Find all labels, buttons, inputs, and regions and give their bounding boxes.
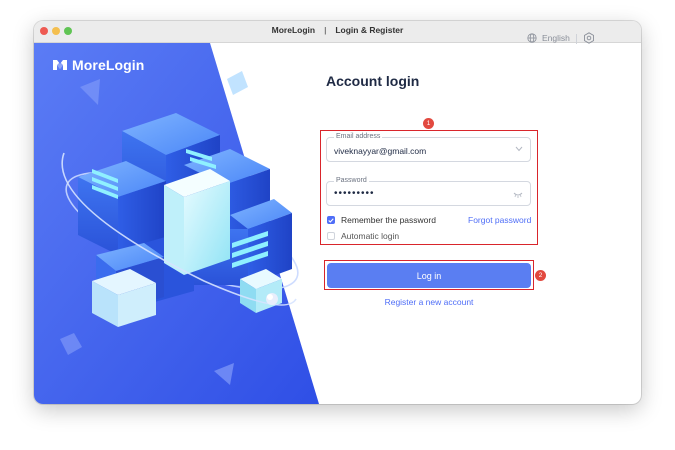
password-field-label: Password — [334, 177, 369, 185]
password-field[interactable]: Password ••••••••• — [326, 177, 531, 206]
password-field-value[interactable]: ••••••••• — [334, 188, 375, 199]
annotation-badge-1: 1 — [423, 118, 434, 129]
email-field-value[interactable]: viveknayyar@gmail.com — [334, 146, 426, 156]
remember-password-checkbox[interactable]: Remember the password — [327, 215, 436, 225]
globe-icon — [527, 33, 537, 43]
email-field-label: Email address — [334, 133, 383, 141]
header-divider — [576, 34, 577, 44]
automatic-login-checkbox[interactable]: Automatic login — [327, 231, 399, 241]
window-title-app: MoreLogin — [271, 25, 316, 35]
eye-closed-icon[interactable] — [513, 192, 523, 198]
page-title: Account login — [326, 73, 420, 89]
morelogin-logo-icon — [53, 60, 67, 70]
gear-icon[interactable] — [583, 32, 595, 44]
chevron-down-icon[interactable] — [515, 146, 523, 152]
register-account-link[interactable]: Register a new account — [327, 297, 531, 307]
remember-password-label: Remember the password — [341, 215, 436, 225]
automatic-login-label: Automatic login — [341, 231, 400, 241]
annotation-badge-2: 2 — [535, 270, 546, 281]
forgot-password-link[interactable]: Forgot password — [468, 215, 531, 225]
checkbox-unchecked-icon[interactable] — [327, 232, 335, 240]
email-field[interactable]: Email address viveknayyar@gmail.com — [326, 133, 531, 162]
window-title-section: Login & Register — [335, 25, 404, 35]
brand-logo-text: MoreLogin — [72, 57, 145, 73]
hero-illustration — [34, 43, 319, 404]
language-selector[interactable]: English — [527, 33, 570, 43]
window-title-separator: | — [324, 25, 327, 35]
checkbox-checked-icon[interactable] — [327, 216, 335, 224]
language-label: English — [542, 33, 570, 43]
login-button[interactable]: Log in — [327, 263, 531, 288]
brand-logo: MoreLogin — [52, 57, 144, 73]
